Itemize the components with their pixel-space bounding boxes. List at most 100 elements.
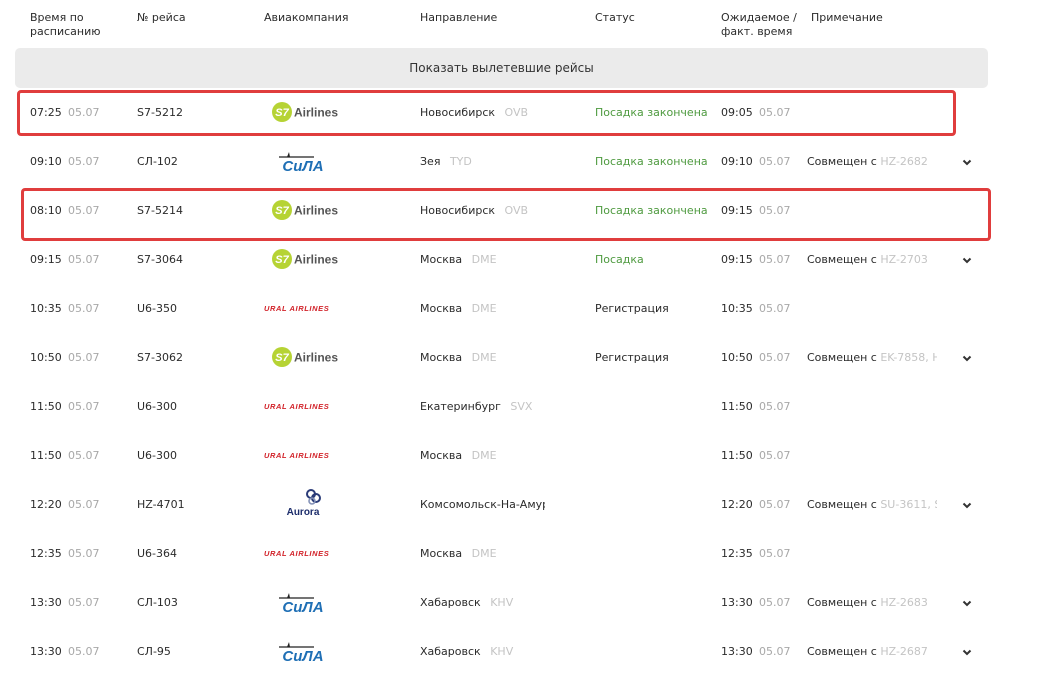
flight-row[interactable]: 13:30 05.07 СЛ-95 СиЛА Хабаровск KHV 13:30 0…	[0, 627, 1050, 676]
flight-row[interactable]: 11:50 05.07 U6-300 URAL AIRLINES Москва DM…	[0, 431, 1050, 480]
expected-date: 05.07	[759, 155, 791, 168]
s7-airlines-logo: S7 Airlines	[272, 102, 338, 122]
sched-date: 05.07	[68, 400, 100, 413]
airline-logo: СиЛА	[256, 578, 356, 627]
flight-number: S7-3064	[137, 253, 183, 266]
flight-number: S7-3062	[137, 351, 183, 364]
expected-time: 10:35	[721, 302, 753, 315]
sched-time: 13:30	[30, 645, 62, 658]
sched-time: 11:50	[30, 400, 62, 413]
flight-row[interactable]: 12:35 05.07 U6-364 URAL AIRLINES Москва DM…	[0, 529, 1050, 578]
expected-date: 05.07	[759, 106, 791, 119]
ural-airlines-logo: URAL AIRLINES	[264, 402, 329, 411]
sila-logo: СиЛА	[279, 642, 324, 665]
svg-text:URAL AIRLINES: URAL AIRLINES	[264, 304, 329, 313]
sched-time: 09:15	[30, 253, 62, 266]
sched-date: 05.07	[68, 253, 100, 266]
svg-text:Aurora: Aurora	[287, 507, 320, 518]
chevron-down-icon[interactable]	[960, 498, 974, 512]
header-expected-time: Ожидаемое / факт. время	[721, 11, 797, 38]
sched-date: 05.07	[68, 106, 100, 119]
svg-text:S7: S7	[275, 254, 289, 266]
flight-note: Совмещен с EK-7858, HZ	[807, 351, 937, 364]
sched-time: 11:50	[30, 449, 62, 462]
expected-time: 09:10	[721, 155, 753, 168]
flight-number: U6-300	[137, 449, 178, 462]
expected-date: 05.07	[759, 547, 791, 560]
destination-city: Екатеринбург SVX	[420, 400, 533, 413]
airline-logo: S7 Airlines	[256, 235, 356, 284]
destination-city: Москва DME	[420, 547, 497, 560]
flight-number: СЛ-95	[137, 645, 171, 658]
sched-date: 05.07	[68, 155, 100, 168]
flight-status: Посадка	[595, 253, 644, 266]
svg-text:S7: S7	[275, 107, 289, 119]
flight-status: Посадка закончена	[595, 204, 708, 217]
expected-date: 05.07	[759, 302, 791, 315]
s7-airlines-logo: S7 Airlines	[272, 249, 338, 269]
flight-number: СЛ-103	[137, 596, 178, 609]
svg-text:Airlines: Airlines	[294, 204, 338, 218]
header-airline: Авиакомпания	[264, 11, 349, 24]
flight-note: Совмещен с HZ-2687	[807, 645, 928, 658]
header-status: Статус	[595, 11, 635, 24]
flight-row[interactable]: 12:20 05.07 HZ-4701 Aurora Комсомольск-На-…	[0, 480, 1050, 529]
destination-city: Москва DME	[420, 351, 497, 364]
aurora-logo: Aurora	[287, 489, 321, 518]
svg-text:URAL AIRLINES: URAL AIRLINES	[264, 451, 329, 460]
flights-table: 07:25 05.07 S7-5212 S7 Airlines Новосибирс…	[0, 88, 1050, 676]
expected-time: 10:50	[721, 351, 753, 364]
flight-row[interactable]: 07:25 05.07 S7-5212 S7 Airlines Новосибирс…	[0, 88, 1050, 137]
svg-text:URAL AIRLINES: URAL AIRLINES	[264, 549, 329, 558]
show-departed-button[interactable]: Показать вылетевшие рейсы	[15, 48, 988, 88]
flight-row[interactable]: 10:50 05.07 S7-3062 S7 Airlines Москва DME…	[0, 333, 1050, 382]
svg-text:Airlines: Airlines	[294, 351, 338, 365]
expected-date: 05.07	[759, 596, 791, 609]
chevron-down-icon[interactable]	[960, 155, 974, 169]
flight-row[interactable]: 08:10 05.07 S7-5214 S7 Airlines Новосибирс…	[0, 186, 1050, 235]
s7-airlines-logo: S7 Airlines	[272, 347, 338, 367]
flight-number: U6-300	[137, 400, 178, 413]
svg-text:Airlines: Airlines	[294, 106, 338, 120]
airline-logo: URAL AIRLINES	[256, 431, 356, 480]
expected-date: 05.07	[759, 204, 791, 217]
chevron-down-icon[interactable]	[960, 351, 974, 365]
destination-city: Зея TYD	[420, 155, 472, 168]
svg-text:S7: S7	[275, 352, 289, 364]
chevron-down-icon[interactable]	[960, 253, 974, 267]
header-sched-time: Время по расписанию	[30, 11, 101, 38]
sched-time: 07:25	[30, 106, 62, 119]
header-note: Примечание	[811, 11, 883, 24]
destination-city: Комсомольск-На-Амур	[420, 498, 545, 511]
chevron-down-icon[interactable]	[960, 645, 974, 659]
expected-time: 11:50	[721, 400, 753, 413]
destination-city: Новосибирск OVB	[420, 106, 529, 119]
header-direction: Направление	[420, 11, 498, 24]
sched-time: 08:10	[30, 204, 62, 217]
sched-date: 05.07	[68, 596, 100, 609]
chevron-down-icon[interactable]	[960, 596, 974, 610]
sched-date: 05.07	[68, 547, 100, 560]
airline-logo: URAL AIRLINES	[256, 284, 356, 333]
sched-date: 05.07	[68, 204, 100, 217]
svg-text:СиЛА: СиЛА	[282, 648, 323, 665]
flight-note: Совмещен с HZ-2682	[807, 155, 928, 168]
sila-logo: СиЛА	[279, 593, 324, 616]
flight-row[interactable]: 13:30 05.07 СЛ-103 СиЛА Хабаровск KHV 13:30…	[0, 578, 1050, 627]
flight-row[interactable]: 11:50 05.07 U6-300 URAL AIRLINES Екатеринб…	[0, 382, 1050, 431]
expected-time: 09:15	[721, 204, 753, 217]
expected-date: 05.07	[759, 645, 791, 658]
expected-time: 13:30	[721, 596, 753, 609]
header-flight-no: № рейса	[137, 11, 186, 24]
destination-city: Хабаровск KHV	[420, 596, 514, 609]
flight-row[interactable]: 09:15 05.07 S7-3064 S7 Airlines Москва DME…	[0, 235, 1050, 284]
flight-status: Регистрация	[595, 302, 669, 315]
sched-date: 05.07	[68, 351, 100, 364]
sched-date: 05.07	[68, 449, 100, 462]
flight-row[interactable]: 09:10 05.07 СЛ-102 СиЛА Зея TYD Посадка зак…	[0, 137, 1050, 186]
flight-number: S7-5212	[137, 106, 183, 119]
sched-time: 12:20	[30, 498, 62, 511]
flight-row[interactable]: 10:35 05.07 U6-350 URAL AIRLINES Москва DM…	[0, 284, 1050, 333]
sched-time: 13:30	[30, 596, 62, 609]
flight-status: Регистрация	[595, 351, 669, 364]
